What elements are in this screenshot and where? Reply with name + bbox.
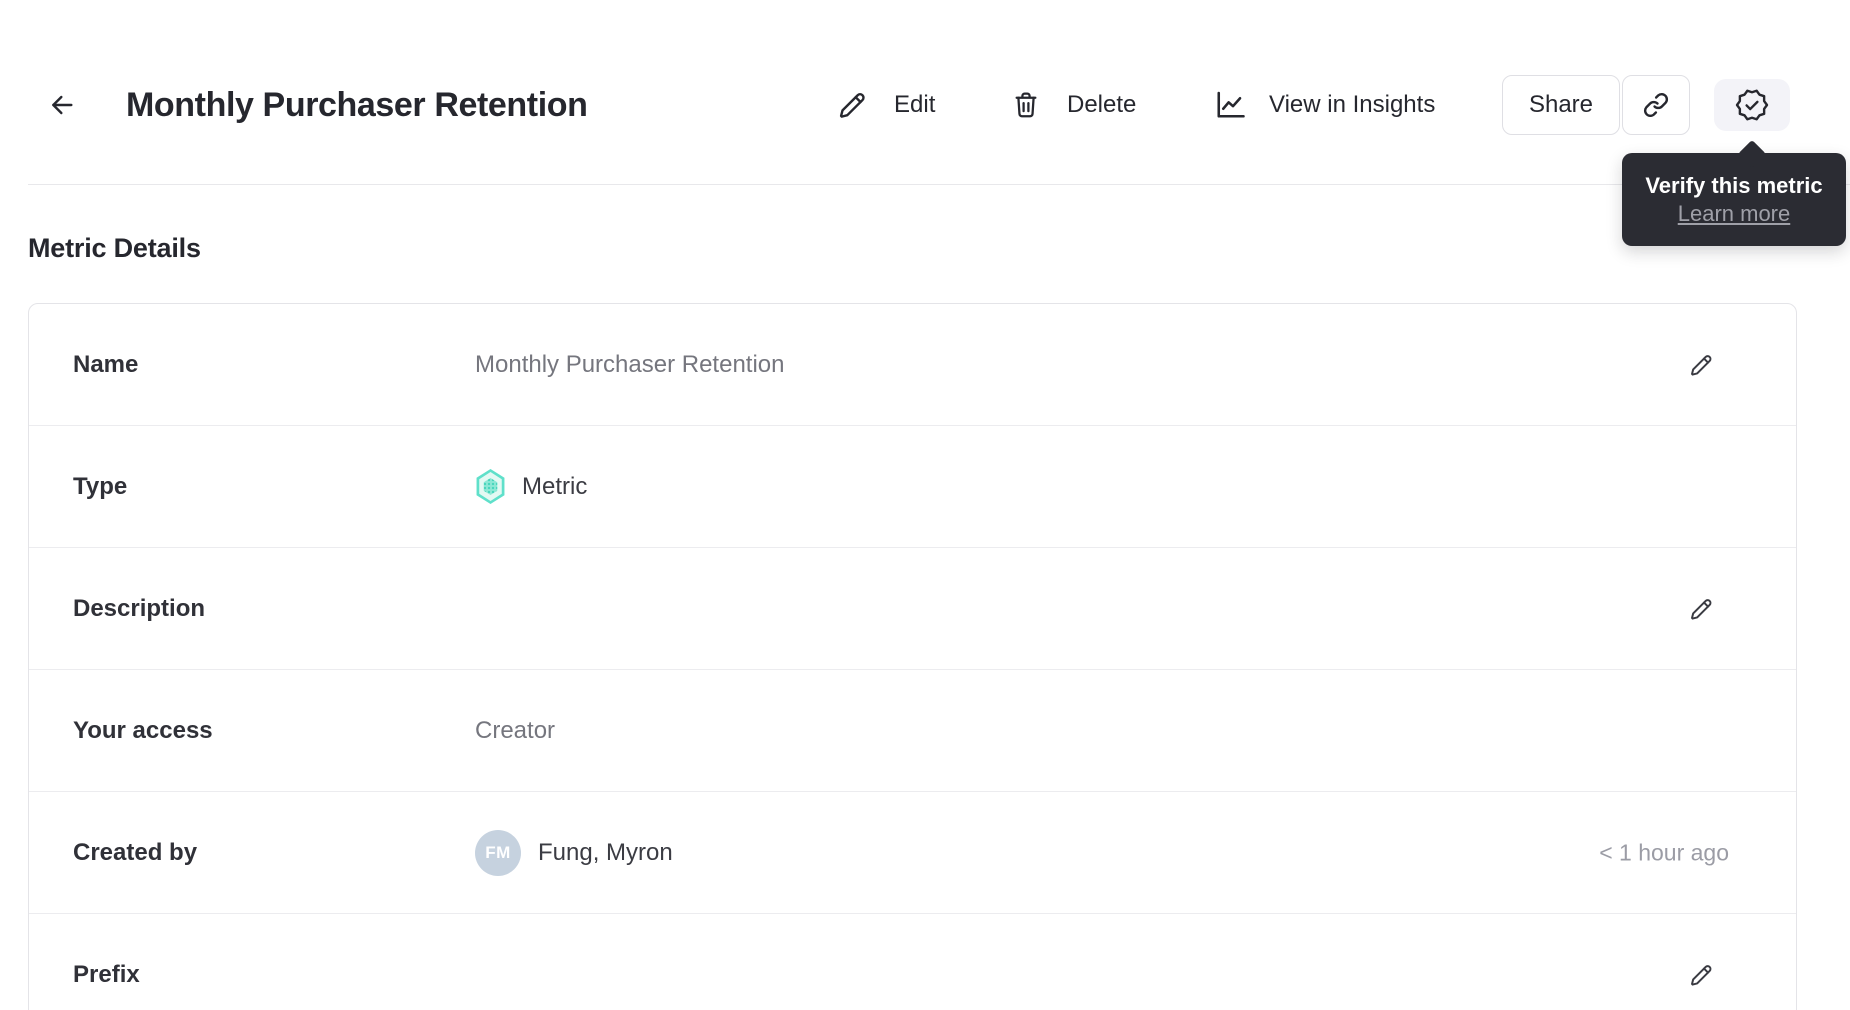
line-chart-icon [1211, 87, 1249, 123]
metric-details-page: Monthly Purchaser Retention Edit Delete [0, 0, 1850, 1010]
row-name-label: Name [73, 350, 139, 378]
avatar: FM [475, 829, 521, 876]
verify-metric-tooltip: Verify this metric Learn more [1622, 153, 1846, 246]
section-title: Metric Details [28, 233, 201, 263]
back-button[interactable] [40, 83, 84, 127]
row-type-label: Type [73, 472, 128, 500]
edit-name-button[interactable] [1687, 351, 1715, 379]
row-prefix-label: Prefix [73, 961, 140, 988]
learn-more-link[interactable]: Learn more [1678, 200, 1791, 228]
row-your-access-label: Your access [73, 716, 213, 744]
view-in-insights-label: View in Insights [1269, 91, 1436, 118]
delete-button[interactable]: Delete [1010, 75, 1136, 135]
pencil-icon [1687, 595, 1715, 623]
row-type-value: Metric [522, 472, 588, 500]
row-created-by-label: Created by [73, 838, 198, 866]
row-type: Type Metric [29, 426, 1796, 548]
pencil-icon [1687, 961, 1715, 989]
header-divider [28, 184, 1850, 185]
edit-prefix-button[interactable] [1687, 961, 1715, 989]
arrow-left-icon [46, 89, 78, 121]
row-your-access: Your access Creator [29, 670, 1796, 792]
row-created-by: Created by FM Fung, Myron < 1 hour ago [29, 792, 1796, 914]
view-in-insights-button[interactable]: View in Insights [1211, 75, 1435, 135]
pencil-icon [835, 88, 869, 122]
tooltip-title: Verify this metric [1645, 172, 1823, 198]
metric-details-card: Name Monthly Purchaser Retention Type Me… [28, 303, 1797, 1010]
row-description: Description [29, 548, 1796, 670]
metric-hexagon-icon [476, 469, 505, 504]
share-button[interactable]: Share [1502, 75, 1620, 135]
trash-icon [1010, 88, 1042, 122]
edit-button[interactable]: Edit [835, 75, 935, 135]
copy-link-button[interactable] [1622, 75, 1690, 135]
page-title: Monthly Purchaser Retention [126, 86, 588, 124]
delete-button-label: Delete [1067, 91, 1137, 118]
created-timestamp: < 1 hour ago [1599, 839, 1729, 865]
row-description-label: Description [73, 594, 206, 622]
verified-seal-icon [1734, 87, 1770, 123]
edit-button-label: Edit [894, 91, 936, 118]
row-name: Name Monthly Purchaser Retention [29, 304, 1796, 426]
row-created-by-value: Fung, Myron [538, 838, 673, 866]
pencil-icon [1687, 351, 1715, 379]
link-icon [1640, 89, 1672, 121]
row-prefix: Prefix [29, 914, 1796, 1010]
verify-metric-button[interactable] [1714, 79, 1790, 131]
edit-description-button[interactable] [1687, 595, 1715, 623]
row-your-access-value: Creator [475, 716, 556, 744]
row-name-value: Monthly Purchaser Retention [475, 350, 785, 378]
